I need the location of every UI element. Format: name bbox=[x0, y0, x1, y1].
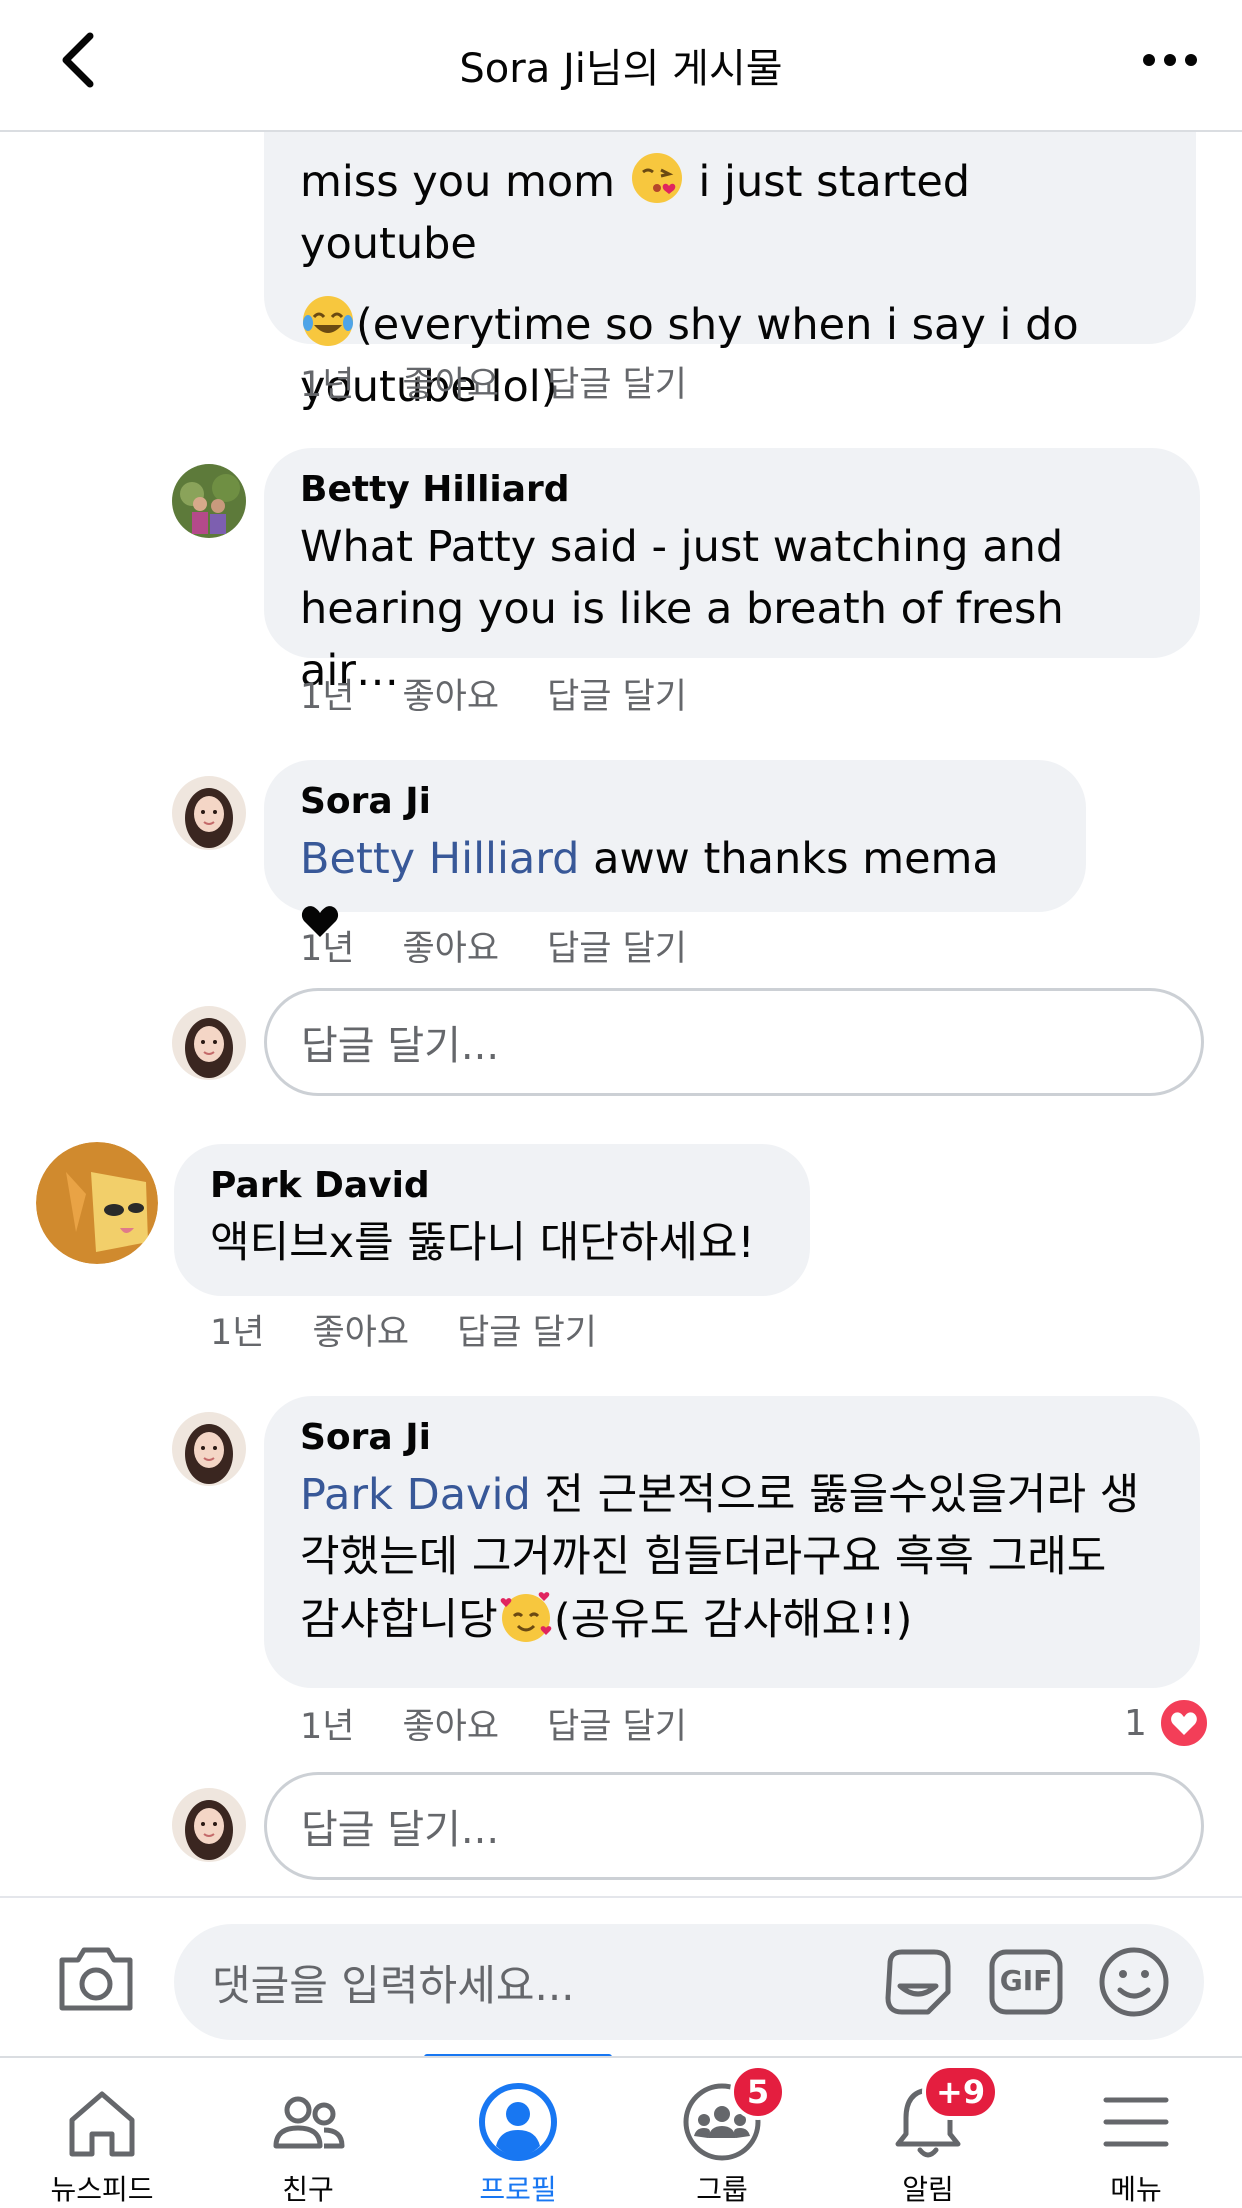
tab-label: 그룹 bbox=[696, 2173, 748, 2206]
comment-actions: 1년 좋아요 답글 달기 bbox=[300, 1698, 687, 1749]
comment-text: 전 근본적으로 뚫을수있을거라 생 bbox=[544, 1470, 1140, 1520]
comment-actions: 1년 좋아요 답글 달기 bbox=[210, 1304, 597, 1355]
bottom-tab-bar: 뉴스피드 친구 프로필 5 그룹 +9 알림 메뉴 bbox=[0, 2056, 1242, 2208]
tears-of-joy-emoji-icon bbox=[303, 296, 353, 346]
reply-button[interactable]: 답글 달기 bbox=[547, 668, 687, 719]
comments-list: miss you mom i just started youtube (eve… bbox=[0, 132, 1242, 1896]
love-reaction-icon bbox=[1158, 1698, 1209, 1748]
smiley-icon bbox=[1099, 1947, 1169, 2017]
tab-newsfeed[interactable]: 뉴스피드 bbox=[2, 2058, 202, 2208]
friends-icon bbox=[273, 2096, 345, 2149]
like-button[interactable]: 좋아요 bbox=[402, 920, 499, 971]
avatar[interactable] bbox=[172, 1412, 246, 1486]
comment-time: 1년 bbox=[210, 1313, 265, 1353]
comment-text: miss you mom bbox=[300, 157, 616, 207]
emoji-button[interactable] bbox=[1096, 1944, 1172, 2020]
comment-text: What Patty said - just watching and bbox=[300, 522, 1064, 572]
notification-badge: +9 bbox=[922, 2064, 1000, 2120]
comment-text: 액티브x를 뚫다니 대단하세요! bbox=[210, 1218, 755, 1268]
like-button[interactable]: 좋아요 bbox=[312, 1304, 409, 1355]
reaction-count: 1 bbox=[1124, 1702, 1147, 1744]
comment-time: 1년 bbox=[300, 1707, 355, 1747]
tab-friends[interactable]: 친구 bbox=[208, 2058, 408, 2208]
reply-button[interactable]: 답글 달기 bbox=[547, 1698, 687, 1749]
comment-composer: 댓글을 입력하세요... GIF bbox=[0, 1896, 1242, 2056]
tab-label: 알림 bbox=[902, 2173, 954, 2206]
more-dots-icon bbox=[1143, 54, 1197, 66]
tab-label: 메뉴 bbox=[1110, 2173, 1162, 2206]
comment-time: 1년 bbox=[300, 677, 355, 717]
comment-text: 각했는데 그거까진 힘들더라구요 흑흑 그래도 bbox=[300, 1532, 1107, 1582]
comment-text: (everytime so shy when i say i do bbox=[356, 300, 1079, 350]
gif-button[interactable]: GIF bbox=[988, 1944, 1064, 2020]
reply-input[interactable]: 답글 달기... bbox=[264, 988, 1204, 1096]
page-title: Sora Ji님의 게시물 bbox=[459, 46, 783, 92]
tab-label: 친구 bbox=[282, 2173, 334, 2206]
like-button[interactable]: 좋아요 bbox=[402, 1698, 499, 1749]
comment-bubble[interactable]: Sora Ji Park David 전 근본적으로 뚫을수있을거라 생 각했는… bbox=[264, 1396, 1200, 1688]
like-button[interactable]: 좋아요 bbox=[402, 356, 499, 407]
reply-input-placeholder: 답글 달기... bbox=[301, 1807, 500, 1853]
reply-input[interactable]: 답글 달기... bbox=[264, 1772, 1204, 1880]
comment-time: 1년 bbox=[300, 929, 355, 969]
comment-actions: 1년 좋아요 답글 달기 bbox=[300, 668, 687, 719]
reply-button[interactable]: 답글 달기 bbox=[457, 1304, 597, 1355]
comment-text: (공유도 감사해요!!) bbox=[553, 1595, 913, 1645]
sticker-button[interactable] bbox=[880, 1944, 956, 2020]
comment-author[interactable]: Sora Ji bbox=[300, 780, 1050, 824]
camera-button[interactable] bbox=[56, 1942, 136, 2014]
reply-input-placeholder: 답글 달기... bbox=[301, 1023, 500, 1069]
reaction-summary[interactable]: 1 bbox=[1124, 1698, 1209, 1748]
smiling-face-with-hearts-emoji-icon bbox=[500, 1592, 552, 1642]
comment-author[interactable]: Betty Hilliard bbox=[300, 468, 1164, 512]
comment-actions: 1년 좋아요 답글 달기 bbox=[300, 920, 687, 971]
reply-button[interactable]: 답글 달기 bbox=[547, 920, 687, 971]
comment-author[interactable]: Sora Ji bbox=[300, 1416, 1164, 1460]
camera-icon bbox=[59, 1947, 133, 2011]
comment-bubble[interactable]: Sora Ji Betty Hilliard aww thanks mema bbox=[264, 760, 1086, 937]
mention-link[interactable]: Betty Hilliard bbox=[300, 834, 579, 884]
comment-text: aww thanks mema bbox=[593, 834, 999, 884]
home-icon bbox=[69, 2091, 135, 2157]
avatar[interactable] bbox=[36, 1142, 158, 1264]
comment-time: 1년 bbox=[300, 365, 355, 405]
top-bar: Sora Ji님의 게시물 bbox=[0, 0, 1242, 132]
comment-author[interactable]: Park David bbox=[210, 1164, 774, 1208]
more-options-button[interactable] bbox=[1138, 38, 1202, 82]
tab-menu[interactable]: 메뉴 bbox=[1036, 2058, 1236, 2208]
profile-icon bbox=[479, 2083, 557, 2161]
tab-groups[interactable]: 5 그룹 bbox=[622, 2058, 822, 2208]
tab-label: 뉴스피드 bbox=[50, 2173, 154, 2206]
comment-actions: 1년 좋아요 답글 달기 bbox=[300, 356, 687, 407]
tab-label: 프로필 bbox=[479, 2173, 557, 2206]
tab-notifications[interactable]: +9 알림 bbox=[828, 2058, 1028, 2208]
gif-label: GIF bbox=[999, 1964, 1053, 1997]
kissing-face-emoji-icon bbox=[631, 153, 682, 203]
notification-badge: 5 bbox=[730, 2064, 786, 2120]
avatar[interactable] bbox=[172, 776, 246, 850]
comment-text: 감샤합니당 bbox=[300, 1595, 498, 1645]
reply-button[interactable]: 답글 달기 bbox=[547, 356, 687, 407]
comment-input-placeholder: 댓글을 입력하세요... bbox=[212, 1960, 575, 2010]
comment-bubble[interactable]: miss you mom i just started youtube (eve… bbox=[264, 132, 1196, 412]
comment-bubble[interactable]: Park David 액티브x를 뚫다니 대단하세요! bbox=[174, 1144, 810, 1296]
sticker-icon bbox=[885, 1949, 951, 2015]
avatar[interactable] bbox=[172, 464, 246, 538]
avatar bbox=[172, 1006, 246, 1080]
tab-profile[interactable]: 프로필 bbox=[418, 2058, 618, 2208]
comment-bubble[interactable]: Betty Hilliard What Patty said - just wa… bbox=[264, 448, 1200, 696]
avatar bbox=[172, 1788, 246, 1862]
mention-link[interactable]: Park David bbox=[300, 1470, 531, 1520]
like-button[interactable]: 좋아요 bbox=[402, 668, 499, 719]
hamburger-menu-icon bbox=[1103, 2097, 1169, 2147]
